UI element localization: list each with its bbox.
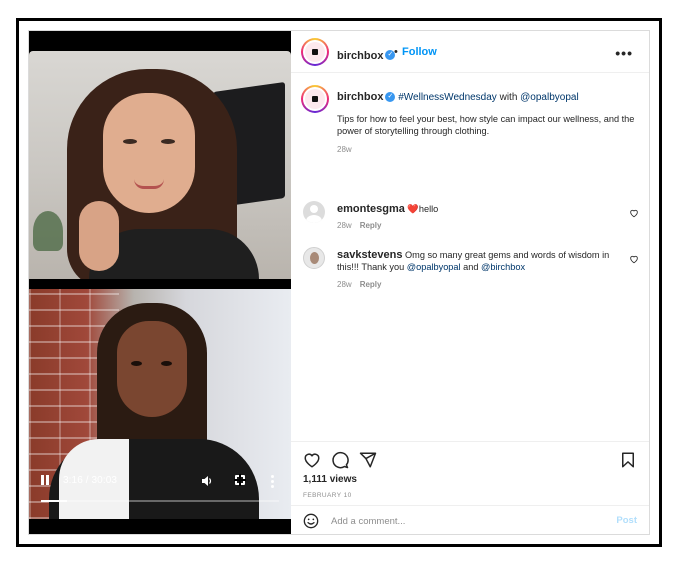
save-icon[interactable] bbox=[619, 451, 637, 469]
mention-link[interactable]: @birchbox bbox=[481, 262, 525, 272]
comment-meta: 28w Reply bbox=[337, 280, 381, 289]
avatar[interactable] bbox=[301, 85, 329, 113]
heart-icon[interactable] bbox=[629, 254, 639, 264]
comment-input[interactable] bbox=[331, 513, 601, 529]
video-player[interactable]: 3:16 / 30:03 bbox=[29, 31, 291, 534]
share-icon[interactable] bbox=[359, 451, 377, 469]
instagram-post: 3:16 / 30:03 birchbox ✓ • Follow ••• bir… bbox=[28, 30, 650, 535]
eye bbox=[131, 361, 142, 366]
mention-link[interactable]: @opalbyopal bbox=[520, 92, 579, 103]
fullscreen-icon[interactable] bbox=[234, 474, 246, 486]
smile bbox=[134, 179, 164, 189]
header-user: birchbox ✓ bbox=[337, 46, 396, 64]
video-progress-bar[interactable] bbox=[41, 500, 279, 502]
add-comment-bar: Post bbox=[291, 505, 649, 536]
comment-body: hello bbox=[418, 204, 439, 214]
eye bbox=[161, 139, 175, 144]
avatar[interactable] bbox=[303, 247, 325, 269]
comment-age: 28w bbox=[337, 280, 352, 289]
avatar[interactable] bbox=[301, 38, 329, 66]
play-pause-icon[interactable] bbox=[41, 475, 51, 485]
post-side-panel: birchbox ✓ • Follow ••• birchbox ✓ #Wellne… bbox=[291, 31, 649, 534]
reply-button[interactable]: Reply bbox=[360, 280, 382, 289]
caption-username[interactable]: birchbox bbox=[337, 91, 383, 103]
post-header: birchbox ✓ • Follow ••• bbox=[291, 31, 649, 73]
caption-age: 28w bbox=[337, 145, 352, 154]
header-username[interactable]: birchbox bbox=[337, 50, 383, 62]
caption-with-text: with bbox=[496, 92, 521, 103]
person-2-face bbox=[117, 321, 187, 417]
volume-icon[interactable] bbox=[201, 475, 213, 490]
post-date: FEBRUARY 10 bbox=[303, 492, 352, 499]
emoji-icon[interactable] bbox=[303, 513, 319, 529]
heart-emoji: ❤️ bbox=[407, 204, 419, 214]
post-button[interactable]: Post bbox=[616, 515, 637, 526]
separator: • bbox=[394, 46, 398, 58]
avatar[interactable] bbox=[303, 201, 325, 223]
mention-link[interactable]: @opalbyopal bbox=[407, 262, 461, 272]
eye bbox=[161, 361, 172, 366]
person-1-hand bbox=[79, 201, 119, 271]
comment-username[interactable]: savkstevens bbox=[337, 249, 402, 261]
screenshot-frame: 3:16 / 30:03 birchbox ✓ • Follow ••• bir… bbox=[16, 18, 662, 547]
video-time: 3:16 / 30:03 bbox=[63, 475, 118, 486]
comment-text: savkstevens Omg so many great gems and w… bbox=[337, 249, 622, 273]
video-feed-top bbox=[29, 51, 291, 279]
person-1-face bbox=[103, 93, 195, 213]
heart-icon[interactable] bbox=[303, 451, 321, 469]
more-vertical-icon[interactable] bbox=[271, 475, 275, 490]
comment-text: emontesgma ❤️hello bbox=[337, 203, 622, 215]
verified-badge-icon: ✓ bbox=[385, 92, 396, 103]
hashtag-link[interactable]: #WellnessWednesday bbox=[398, 92, 497, 103]
plant bbox=[33, 211, 63, 251]
comment-meta: 28w Reply bbox=[337, 221, 381, 230]
reply-button[interactable]: Reply bbox=[360, 221, 382, 230]
comment-age: 28w bbox=[337, 221, 352, 230]
post-actions bbox=[291, 441, 649, 471]
views-count[interactable]: 1,111 views bbox=[303, 474, 357, 485]
more-horizontal-icon[interactable]: ••• bbox=[615, 45, 633, 61]
comment-and-text: and bbox=[460, 262, 482, 272]
comment-username[interactable]: emontesgma bbox=[337, 203, 405, 215]
video-progress-fill bbox=[41, 500, 67, 502]
heart-icon[interactable] bbox=[629, 208, 639, 218]
caption-text: Tips for how to feel your best, how styl… bbox=[337, 114, 635, 136]
comment-icon[interactable] bbox=[331, 451, 349, 469]
follow-button[interactable]: Follow bbox=[402, 46, 437, 58]
video-controls: 3:16 / 30:03 bbox=[29, 469, 291, 509]
eye bbox=[123, 139, 137, 144]
caption-header-line: birchbox ✓ #WellnessWednesday with @opalb… bbox=[337, 91, 579, 103]
